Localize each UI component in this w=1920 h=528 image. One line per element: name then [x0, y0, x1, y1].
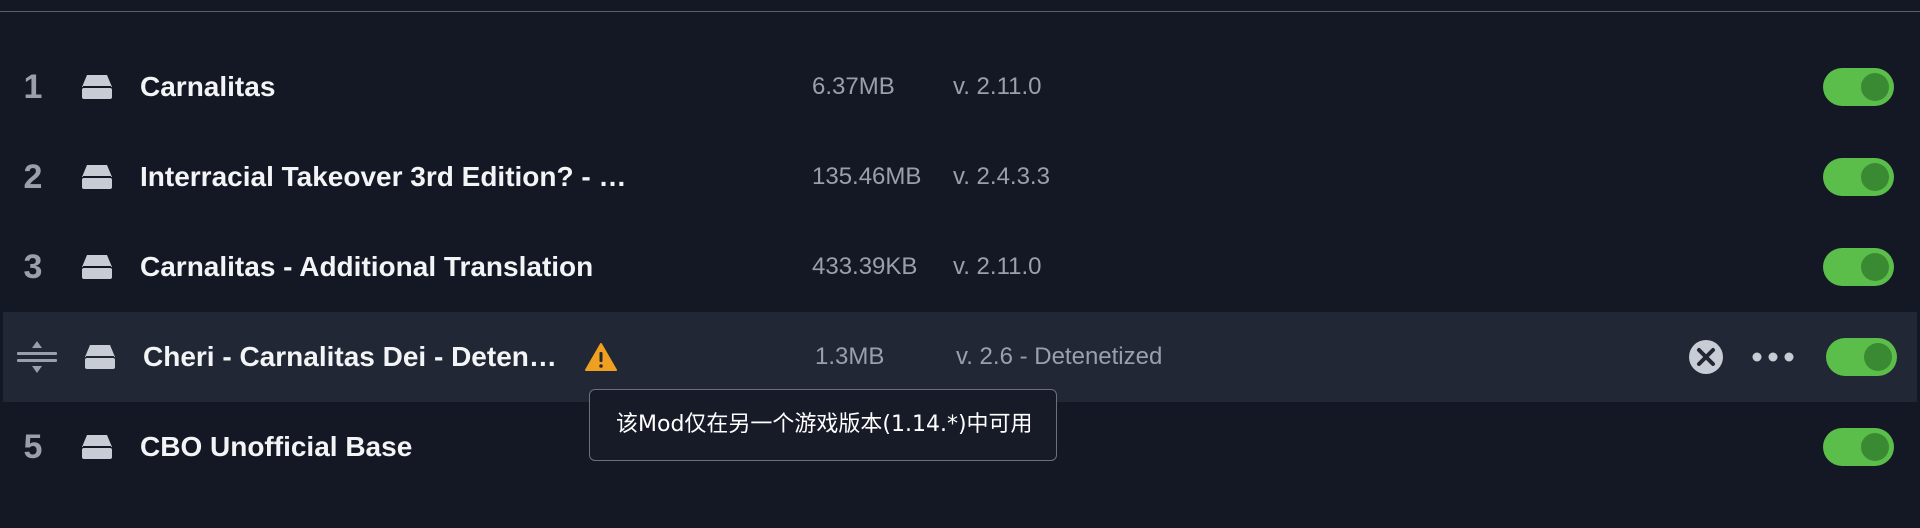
enable-toggle[interactable]: [1823, 428, 1894, 466]
mod-version: v. 2.11.0: [953, 253, 1042, 280]
toggle-knob: [1864, 343, 1892, 371]
mod-size: 1.3MB: [815, 343, 885, 370]
mod-name: CBO Unofficial Base: [140, 431, 413, 462]
mod-row[interactable]: 3 Carnalitas - Additional Translation 43…: [0, 222, 1920, 312]
toggle-knob: [1861, 163, 1889, 191]
more-dots-icon[interactable]: [1749, 339, 1797, 375]
mod-version: v. 2.4.3.3: [953, 163, 1050, 190]
mod-index: 1: [23, 68, 43, 106]
toggle-knob: [1861, 73, 1889, 101]
drag-handle-icon[interactable]: [15, 337, 59, 377]
warning-icon[interactable]: [585, 342, 617, 372]
drive-icon: [82, 75, 112, 99]
mod-index: 2: [23, 158, 43, 196]
mod-row[interactable]: 2 Interracial Takeover 3rd Edition? - … …: [0, 132, 1920, 222]
mod-list-page: 1 Carnalitas 6.37MB v. 2.11.0 2 Interrac…: [0, 0, 1920, 528]
mod-size: 135.46MB: [812, 163, 922, 190]
mod-size: 6.37MB: [812, 73, 895, 100]
drive-icon: [82, 435, 112, 459]
version-warning-tooltip: 该Mod仅在另一个游戏版本(1.14.*)中可用: [589, 389, 1057, 461]
enable-toggle[interactable]: [1823, 158, 1894, 196]
mod-version: v. 2.11.0: [953, 73, 1042, 100]
mod-name: Interracial Takeover 3rd Edition? - …: [140, 161, 627, 192]
drive-icon: [82, 255, 112, 279]
mod-version: v. 2.6 - Detenetized: [956, 343, 1163, 370]
toggle-knob: [1861, 433, 1889, 461]
mod-index: 5: [23, 428, 43, 466]
mod-size: 433.39KB: [812, 253, 918, 280]
top-divider: [0, 11, 1920, 12]
enable-toggle[interactable]: [1823, 248, 1894, 286]
drive-icon: [85, 345, 115, 369]
mod-name: Carnalitas - Additional Translation: [140, 251, 594, 282]
drive-icon: [82, 165, 112, 189]
enable-toggle[interactable]: [1826, 338, 1897, 376]
mod-row[interactable]: 1 Carnalitas 6.37MB v. 2.11.0: [0, 42, 1920, 132]
mod-name: Carnalitas: [140, 71, 276, 102]
mod-index: 3: [23, 248, 43, 286]
mod-name: Cheri - Carnalitas Dei - Deten…: [143, 341, 557, 372]
enable-toggle[interactable]: [1823, 68, 1894, 106]
remove-circle-icon[interactable]: [1688, 339, 1724, 375]
toggle-knob: [1861, 253, 1889, 281]
